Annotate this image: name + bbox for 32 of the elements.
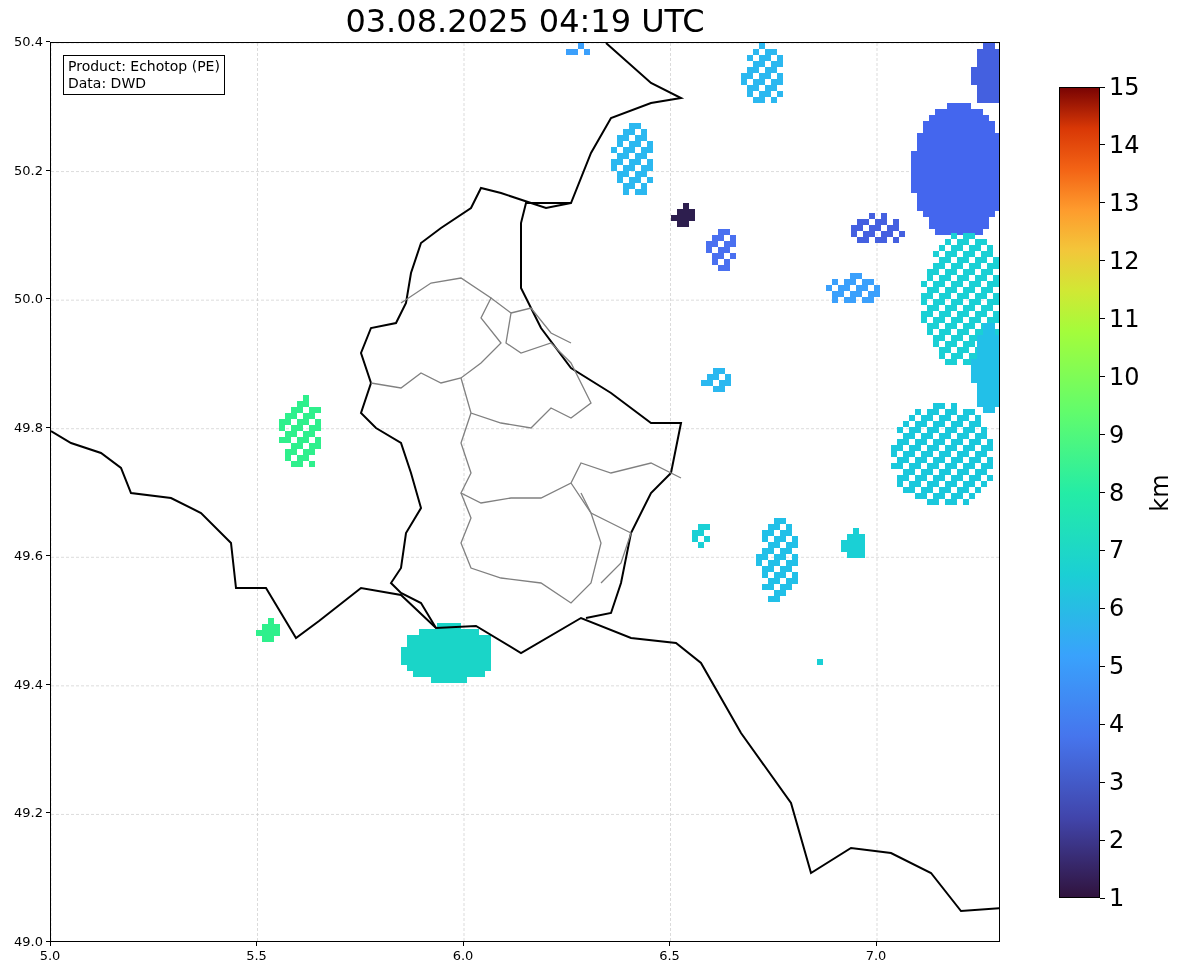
x-tick-label: 6.0	[452, 949, 474, 962]
colorbar-tick-label: 15	[1109, 75, 1140, 99]
legend-text: Product: Echotop (PE)	[68, 58, 220, 75]
colorbar-tick-label: 5	[1109, 654, 1125, 679]
x-tick-label: 5.5	[246, 949, 267, 962]
colorbar-tick-label: 13	[1109, 190, 1140, 215]
colorbar-tick-label: 1	[1109, 886, 1125, 910]
x-tick-label: 6.5	[659, 949, 680, 962]
colorbar-tick-label: 12	[1109, 248, 1140, 273]
legend-text: Data: DWD	[68, 75, 147, 92]
x-tick-label: 5.0	[39, 949, 61, 962]
y-tick-label: 49.4	[14, 677, 43, 691]
colorbar-tick-label: 8	[1109, 480, 1125, 505]
y-tick-label: 49.8	[14, 420, 43, 434]
y-tick-label: 50.2	[14, 163, 43, 177]
chart-title: 03.08.2025 04:19 UTC	[345, 5, 705, 37]
colorbar-tick-label: 9	[1109, 422, 1125, 447]
colorbar-tick-label: 11	[1109, 306, 1140, 331]
x-tick-label: 7.0	[865, 949, 887, 962]
y-tick-label: 49.2	[14, 806, 43, 820]
colorbar-tick-label: 2	[1109, 828, 1125, 853]
colorbar-tick-label: 14	[1109, 132, 1140, 157]
colorbar-tick-label: 6	[1109, 596, 1125, 621]
y-tick-label: 50.4	[14, 35, 43, 48]
colorbar-tick-label: 10	[1109, 364, 1140, 389]
y-tick-label: 50.0	[14, 292, 43, 306]
colorbar-tick-label: 4	[1109, 712, 1125, 737]
y-tick-label: 49.0	[14, 935, 43, 948]
y-tick-label: 49.6	[14, 549, 43, 563]
colorbar-tick-label: 3	[1109, 770, 1125, 795]
colorbar-tick-label: 7	[1109, 538, 1125, 563]
colorbar-label: km	[1148, 473, 1172, 512]
